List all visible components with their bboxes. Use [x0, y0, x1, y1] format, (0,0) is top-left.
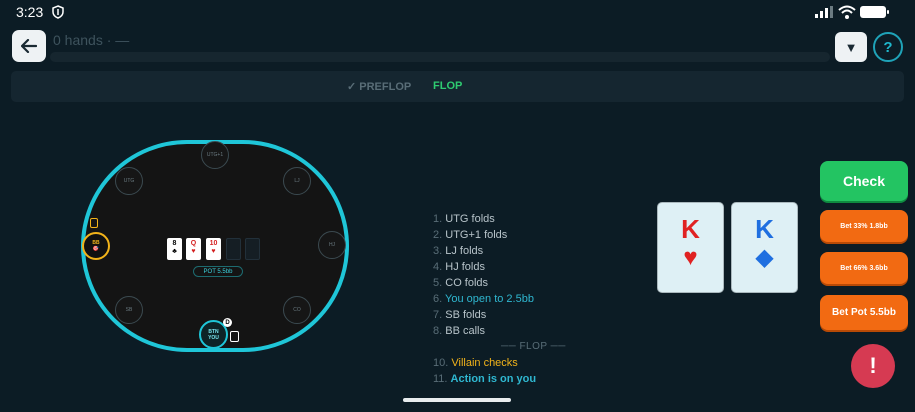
poker-table: UTG+1 UTG LJ HJ CO SB BB 🎯 BTN YOU D 8 ♣… [80, 139, 350, 353]
board-card: 10 ♥ [206, 238, 221, 260]
report-button[interactable]: ! [851, 344, 895, 388]
log-text: LJ folds [445, 245, 484, 257]
seat-label: SB [125, 307, 133, 313]
card-rank: K [681, 214, 700, 244]
dealer-button-icon: D [223, 318, 232, 327]
back-button[interactable] [12, 30, 46, 62]
hero-hole-card: K ♥ [657, 202, 724, 293]
seat-sublabel: YOU [208, 334, 219, 341]
log-text: UTG folds [445, 213, 495, 225]
seat-sb: SB [115, 296, 143, 324]
card-rank: K [755, 214, 774, 244]
board-slot-empty [245, 238, 260, 260]
seat-label: CO [293, 307, 301, 313]
log-number: 11. [433, 373, 448, 385]
seat-utg: UTG [115, 167, 143, 195]
log-row-current: 11. Action is on you [433, 371, 566, 387]
filter-dropdown-button[interactable]: ▼ [835, 32, 867, 62]
log-text: UTG+1 folds [445, 229, 508, 241]
log-number: 10. [433, 357, 449, 369]
shield-icon [52, 5, 64, 19]
card-rank: 8 [172, 240, 177, 247]
log-number: 8. [433, 325, 443, 337]
log-text: You open to 2.5bb [445, 293, 534, 305]
seat-bb-villain: BB 🎯 [82, 232, 110, 260]
heart-icon: ♥ [191, 248, 196, 255]
log-text: Villain checks [451, 357, 518, 369]
log-text: BB calls [445, 325, 485, 337]
seat-label: LJ [294, 178, 300, 184]
seat-co: CO [283, 296, 311, 324]
seat-utg1: UTG+1 [201, 141, 229, 169]
arrow-left-icon [21, 39, 37, 53]
action-log: 1. UTG folds 2. UTG+1 folds 3. LJ folds … [433, 211, 566, 387]
hands-counter: 0 hands · — [53, 32, 130, 48]
log-row: 2. UTG+1 folds [433, 227, 566, 243]
alert-icon: ! [869, 353, 877, 378]
bet-66-button[interactable]: Bet 66% 3.6bb [820, 252, 908, 284]
villain-cards-icon [90, 218, 98, 228]
seat-lj: LJ [283, 167, 311, 195]
log-row: 8. BB calls [433, 323, 566, 339]
log-text: Action is on you [450, 373, 537, 385]
board-card: 8 ♣ [167, 238, 182, 260]
street-preflop-label: ✓ PREFLOP [347, 81, 412, 93]
target-icon: 🎯 [92, 246, 100, 252]
log-text: HJ folds [445, 261, 485, 273]
signal-icon [815, 6, 833, 18]
club-icon: ♣ [172, 248, 177, 255]
diamond-icon: ◆ [755, 244, 774, 271]
bet-pot-button[interactable]: Bet Pot 5.5bb [820, 295, 908, 330]
wifi-icon [838, 5, 856, 19]
log-text: SB folds [445, 309, 487, 321]
log-text: CO folds [445, 277, 489, 289]
seat-label: UTG+1 [206, 152, 224, 158]
log-number: 4. [433, 261, 443, 273]
card-rank: 10 [209, 240, 218, 247]
check-button[interactable]: Check [820, 161, 908, 201]
log-number: 2. [433, 229, 443, 241]
street-flop-label: FLOP [433, 80, 463, 92]
log-number: 3. [433, 245, 443, 257]
seat-label: HJ [328, 242, 336, 248]
log-number: 5. [433, 277, 443, 289]
hero-cards-icon [230, 331, 239, 342]
log-row-hero: 6. You open to 2.5bb [433, 291, 566, 307]
log-street-divider: ── FLOP ── [501, 341, 566, 352]
status-time: 3:23 [16, 4, 44, 20]
log-number: 1. [433, 213, 443, 225]
log-row: 1. UTG folds [433, 211, 566, 227]
card-rank: Q [190, 240, 197, 247]
heart-icon: ♥ [211, 248, 216, 255]
session-progress-bar [50, 52, 830, 62]
help-button[interactable]: ? [873, 32, 903, 62]
board-slot-empty [226, 238, 241, 260]
log-number: 6. [433, 293, 443, 305]
log-number: 7. [433, 309, 443, 321]
chevron-down-icon: ▼ [844, 39, 858, 55]
heart-icon: ♥ [683, 244, 698, 271]
help-icon: ? [883, 38, 893, 56]
status-bar: 3:23 [0, 0, 915, 24]
seat-label: UTG [123, 178, 135, 184]
hero-hole-card: K ◆ [731, 202, 798, 293]
board-card: Q ♥ [186, 238, 201, 260]
seat-hj: HJ [318, 231, 346, 259]
log-row: 4. HJ folds [433, 259, 566, 275]
log-row: 5. CO folds [433, 275, 566, 291]
log-row: 3. LJ folds [433, 243, 566, 259]
battery-icon [860, 6, 889, 18]
log-row: 7. SB folds [433, 307, 566, 323]
bet-33-button[interactable]: Bet 33% 1.8bb [820, 210, 908, 242]
pot-badge: POT 5.5bb [193, 266, 243, 277]
home-indicator[interactable] [403, 398, 511, 402]
log-row-villain: 10. Villain checks [433, 355, 566, 371]
